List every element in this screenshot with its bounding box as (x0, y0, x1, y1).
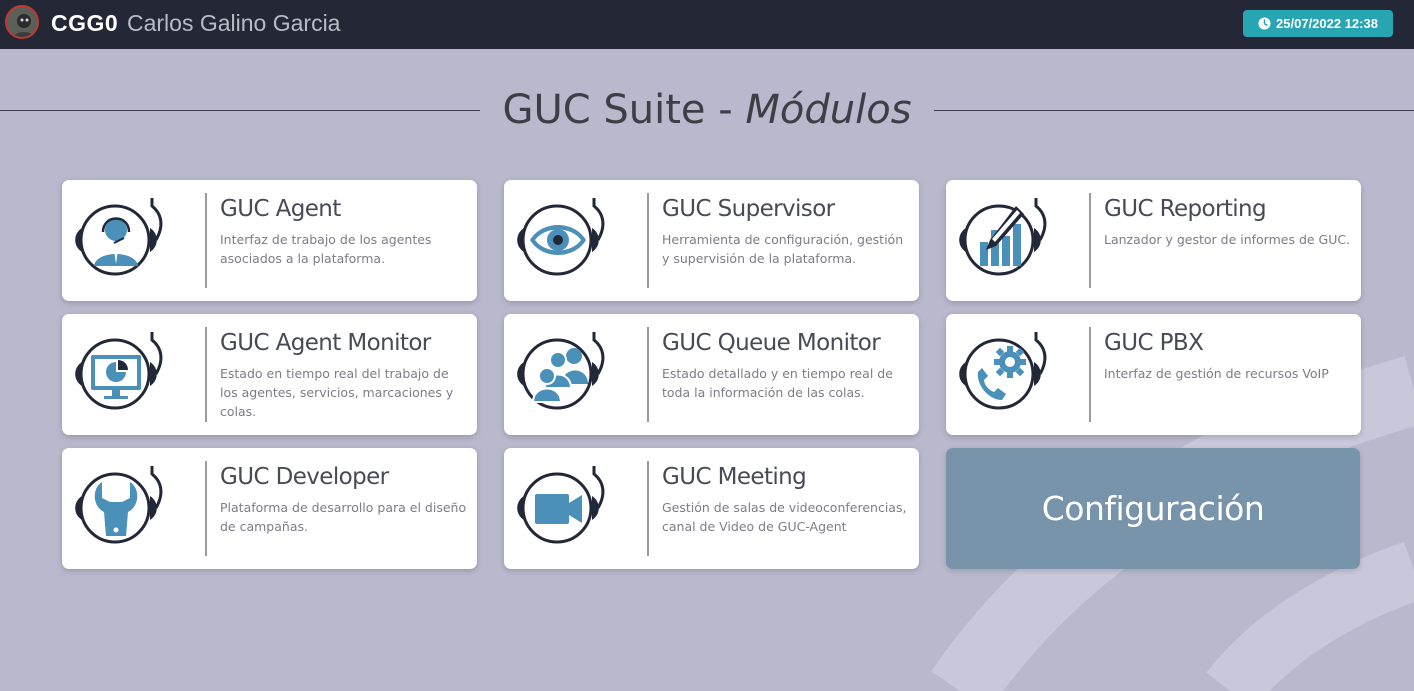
module-title: GUC Queue Monitor (662, 330, 881, 356)
module-card-queue-monitor[interactable]: GUC Queue Monitor Estado detallado y en … (504, 314, 919, 435)
chart-pencil-icon (954, 190, 1054, 290)
card-divider (205, 193, 207, 288)
page-title: GUC Suite - Módulos (480, 87, 933, 133)
module-title: GUC PBX (1104, 330, 1204, 356)
heading-rule-left (0, 109, 481, 111)
avatar-image-icon (7, 7, 37, 37)
datetime-text: 25/07/2022 12:38 (1276, 16, 1378, 31)
module-description: Gestión de salas de videoconferencias, c… (662, 500, 907, 534)
page-title-emphasis: Módulos (745, 87, 912, 133)
module-card-meeting[interactable]: GUC Meeting Gestión de salas de videocon… (504, 448, 919, 569)
agent-headset-icon (70, 190, 170, 290)
user-name: Carlos Galino Garcia (127, 10, 341, 36)
module-description: Estado en tiempo real del trabajo de los… (220, 366, 454, 419)
module-card-agent[interactable]: GUC Agent Interfaz de trabajo de los age… (62, 180, 477, 301)
page-title-plain: GUC Suite - (502, 87, 746, 133)
card-divider (1089, 193, 1091, 288)
card-divider (647, 461, 649, 556)
module-description: Plataforma de desarrollo para el diseño … (220, 500, 467, 534)
video-camera-icon (512, 458, 612, 558)
module-description: Estado detallado y en tiempo real de tod… (662, 366, 893, 400)
clock-icon (1258, 17, 1271, 30)
datetime-badge: 25/07/2022 12:38 (1243, 10, 1393, 37)
configuration-label: Configuración (1041, 489, 1265, 528)
module-card-agent-monitor[interactable]: GUC Agent Monitor Estado en tiempo real … (62, 314, 477, 435)
eye-icon (512, 190, 612, 290)
user-code: CGG0 (51, 10, 119, 36)
heading-rule-right (933, 109, 1414, 111)
module-title: GUC Meeting (662, 464, 807, 490)
module-description: Herramienta de configuración, gestión y … (662, 232, 904, 266)
avatar[interactable] (5, 5, 39, 39)
card-divider (205, 327, 207, 422)
module-title: GUC Agent Monitor (220, 330, 431, 356)
wrench-icon (70, 458, 170, 558)
monitor-chart-icon (70, 324, 170, 424)
module-card-reporting[interactable]: GUC Reporting Lanzador y gestor de infor… (946, 180, 1361, 301)
card-divider (647, 327, 649, 422)
module-title: GUC Supervisor (662, 196, 835, 222)
card-divider (205, 461, 207, 556)
module-title: GUC Reporting (1104, 196, 1267, 222)
page-heading: GUC Suite - Módulos (0, 82, 1414, 138)
card-divider (1089, 327, 1091, 422)
module-title: GUC Developer (220, 464, 389, 490)
phone-gear-icon (954, 324, 1054, 424)
card-divider (647, 193, 649, 288)
module-description: Lanzador y gestor de informes de GUC. (1104, 232, 1351, 247)
module-card-pbx[interactable]: GUC PBX Interfaz de gestión de recursos … (946, 314, 1361, 435)
top-bar: CGG0 Carlos Galino Garcia 25/07/2022 12:… (0, 0, 1414, 49)
configuration-button[interactable]: Configuración (946, 448, 1360, 569)
module-description: Interfaz de trabajo de los agentes asoci… (220, 232, 432, 266)
module-description: Interfaz de gestión de recursos VoIP (1104, 366, 1329, 381)
module-card-supervisor[interactable]: GUC Supervisor Herramienta de configurac… (504, 180, 919, 301)
module-card-developer[interactable]: GUC Developer Plataforma de desarrollo p… (62, 448, 477, 569)
module-title: GUC Agent (220, 196, 341, 222)
users-group-icon (512, 324, 612, 424)
